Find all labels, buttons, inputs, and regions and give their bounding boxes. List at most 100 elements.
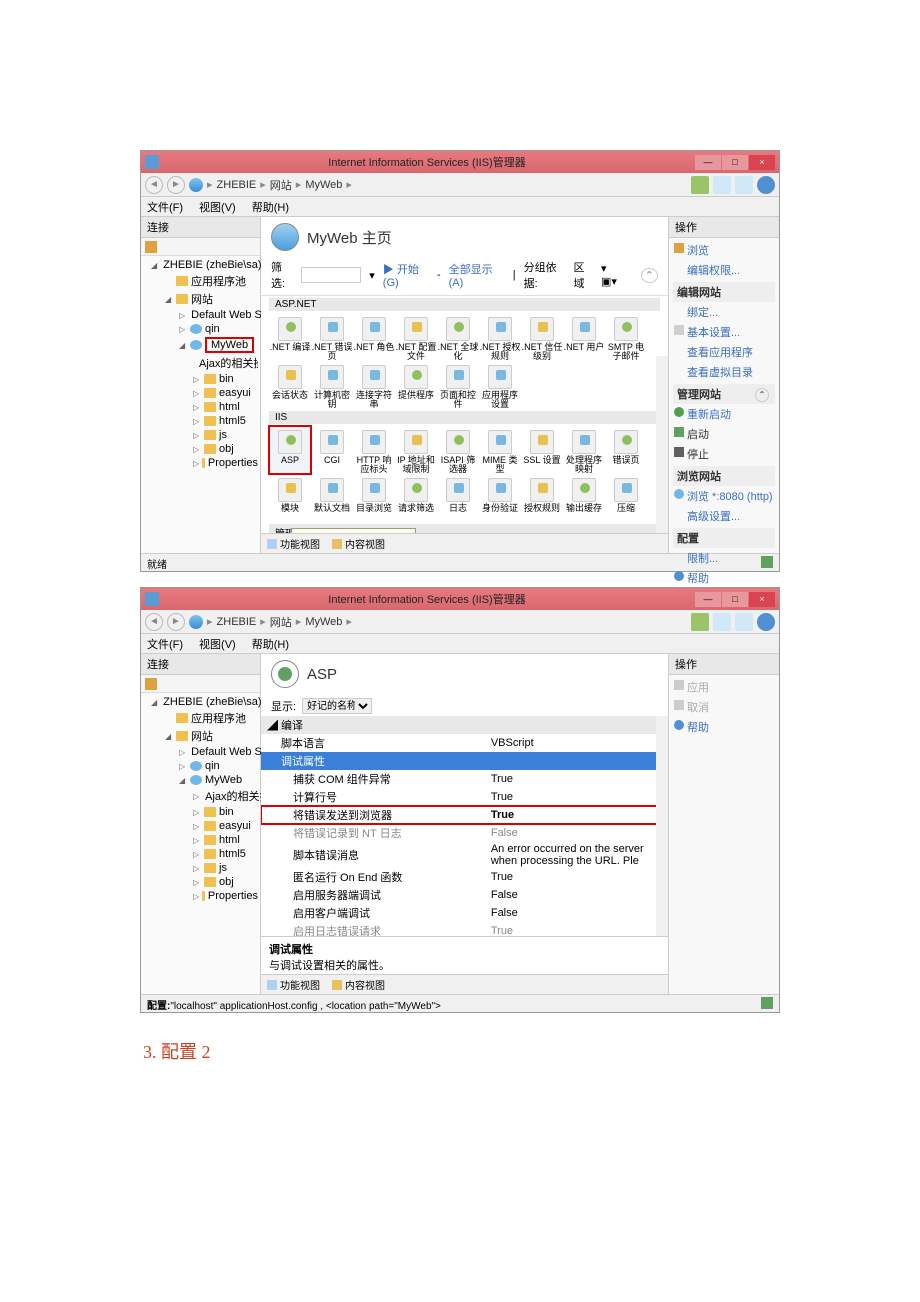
feature-icon[interactable]: SMTP 电子邮件 <box>605 313 647 361</box>
tree-default-site[interactable]: ▷Default Web Site <box>143 308 258 322</box>
tab-features[interactable]: 功能视图 <box>267 977 320 992</box>
toolbar-icon[interactable] <box>145 241 157 253</box>
feature-icon[interactable]: 压缩 <box>605 474 647 522</box>
minimize-button[interactable]: — <box>695 155 721 170</box>
feature-icon[interactable]: 计算机密钥 <box>311 361 353 409</box>
breadcrumb[interactable]: ▸ ZHEBIE▸ 网站▸ MyWeb▸ <box>207 177 352 193</box>
tree-myweb[interactable]: ◢MyWeb <box>143 336 258 354</box>
feature-icon[interactable]: 应用程序设置 <box>479 361 521 409</box>
collapse-icon[interactable]: ⌃ <box>755 388 769 402</box>
tree-bin[interactable]: ▷bin <box>143 805 258 819</box>
feature-icon[interactable]: 页面和控件 <box>437 361 479 409</box>
action-edit-permissions[interactable]: 编辑权限... <box>673 260 775 280</box>
property-row[interactable]: 启用日志错误请求True <box>261 922 668 936</box>
feature-icon[interactable]: 默认文档 <box>311 474 353 522</box>
tree-easyui[interactable]: ▷easyui <box>143 819 258 833</box>
filter-go[interactable]: ▶ 开始(G) <box>383 261 429 289</box>
feature-icon[interactable]: .NET 角色 <box>353 313 395 361</box>
nav-icon-3[interactable] <box>735 176 753 194</box>
minimize-button[interactable]: — <box>695 592 721 607</box>
feature-icon[interactable]: .NET 配置文件 <box>395 313 437 361</box>
nav-icon-3[interactable] <box>735 613 753 631</box>
connections-tree[interactable]: ◢ZHEBIE (zheBie\sa) 应用程序池 ◢网站 ▷Default W… <box>141 693 260 905</box>
feature-icon[interactable]: 输出缓存 <box>563 474 605 522</box>
feature-icon[interactable]: .NET 授权规则 <box>479 313 521 361</box>
feature-icon[interactable]: .NET 编译 <box>269 313 311 361</box>
scrollbar[interactable] <box>656 716 668 936</box>
feature-icon[interactable]: IP 地址和域限制 <box>395 426 437 474</box>
back-button[interactable]: ◄ <box>145 613 163 631</box>
feature-icon[interactable]: SSL 设置 <box>521 426 563 474</box>
action-view-vdirs[interactable]: 查看虚拟目录 <box>673 362 775 382</box>
toolbar-icon[interactable] <box>145 678 157 690</box>
nav-icon-2[interactable] <box>713 176 731 194</box>
breadcrumb-myweb[interactable]: MyWeb <box>305 179 342 191</box>
property-row[interactable]: 调试属性 <box>261 752 668 770</box>
feature-icon[interactable]: ISAPI 筛选器 <box>437 426 479 474</box>
tab-content[interactable]: 内容视图 <box>332 536 385 551</box>
filter-showall[interactable]: 全部显示(A) <box>449 261 501 289</box>
tree-html[interactable]: ▷html <box>143 400 258 414</box>
action-stop[interactable]: 停止 <box>673 444 775 464</box>
action-bindings[interactable]: 绑定... <box>673 302 775 322</box>
feature-icon[interactable]: .NET 用户 <box>563 313 605 361</box>
tree-myweb[interactable]: ◢MyWeb <box>143 773 258 787</box>
feature-icon[interactable]: 会话状态 <box>269 361 311 409</box>
property-row[interactable]: 将错误记录到 NT 日志False <box>261 824 668 842</box>
breadcrumb-sites[interactable]: 网站 <box>270 177 292 193</box>
property-row[interactable]: 匿名运行 On End 函数True <box>261 868 668 886</box>
property-row[interactable]: 脚本错误消息An error occurred on the server wh… <box>261 842 668 868</box>
menu-help[interactable]: 帮助(H) <box>252 199 289 215</box>
tree-server[interactable]: ◢ZHEBIE (zheBie\sa) <box>143 695 258 709</box>
tree-properties[interactable]: ▷Properties <box>143 889 258 903</box>
action-browse-http[interactable]: 浏览 *:8080 (http) <box>673 486 775 506</box>
tree-obj[interactable]: ▷obj <box>143 442 258 456</box>
tree-js[interactable]: ▷js <box>143 861 258 875</box>
breadcrumb-server[interactable]: ZHEBIE <box>217 616 257 628</box>
property-row[interactable]: 启用服务器端调试False <box>261 886 668 904</box>
feature-icon[interactable]: .NET 全球化 <box>437 313 479 361</box>
maximize-button[interactable]: □ <box>722 155 748 170</box>
group-value[interactable]: 区域 <box>573 259 593 291</box>
feature-icon[interactable]: .NET 错误页 <box>311 313 353 361</box>
property-grid[interactable]: ◢ 编译脚本语言VBScript调试属性捕获 COM 组件异常True计算行号T… <box>261 716 668 936</box>
breadcrumb-myweb[interactable]: MyWeb <box>305 616 342 628</box>
feature-icon[interactable]: .NET 信任级别 <box>521 313 563 361</box>
collapse-icon[interactable]: ⌃ <box>641 268 658 283</box>
connections-tree[interactable]: ◢ZHEBIE (zheBie\sa) 应用程序池 ◢网站 ▷Default W… <box>141 256 260 472</box>
tree-app-pools[interactable]: 应用程序池 <box>143 709 258 727</box>
back-button[interactable]: ◄ <box>145 176 163 194</box>
display-select[interactable]: 好记的名称 <box>302 698 372 714</box>
tree-qin[interactable]: ▷qin <box>143 759 258 773</box>
action-basic-settings[interactable]: 基本设置... <box>673 322 775 342</box>
help-icon[interactable] <box>757 176 775 194</box>
menu-help[interactable]: 帮助(H) <box>252 636 289 652</box>
property-row[interactable]: 脚本语言VBScript <box>261 734 668 752</box>
menu-view[interactable]: 视图(V) <box>199 199 236 215</box>
feature-icon[interactable]: 授权规则 <box>521 474 563 522</box>
action-restart[interactable]: 重新启动 <box>673 404 775 424</box>
maximize-button[interactable]: □ <box>722 592 748 607</box>
feature-icon[interactable]: ASP <box>269 426 311 474</box>
feature-icon[interactable]: 目录浏览 <box>353 474 395 522</box>
action-start[interactable]: 启动 <box>673 424 775 444</box>
forward-button[interactable]: ► <box>167 176 185 194</box>
close-button[interactable]: × <box>749 592 775 607</box>
action-limits[interactable]: 限制... <box>673 548 775 568</box>
property-row[interactable]: 计算行号True <box>261 788 668 806</box>
feature-icon[interactable]: CGI <box>311 426 353 474</box>
tree-easyui[interactable]: ▷easyui <box>143 386 258 400</box>
tree-html5[interactable]: ▷html5 <box>143 847 258 861</box>
breadcrumb-sites[interactable]: 网站 <box>270 614 292 630</box>
feature-icon[interactable]: 日志 <box>437 474 479 522</box>
tree-ajax[interactable]: Ajax的相关操作 <box>143 354 258 372</box>
tree-qin[interactable]: ▷qin <box>143 322 258 336</box>
tree-sites[interactable]: ◢网站 <box>143 727 258 745</box>
help-icon[interactable] <box>757 613 775 631</box>
tree-js[interactable]: ▷js <box>143 428 258 442</box>
feature-icon[interactable]: 连接字符串 <box>353 361 395 409</box>
tree-html5[interactable]: ▷html5 <box>143 414 258 428</box>
forward-button[interactable]: ► <box>167 613 185 631</box>
home-icon[interactable] <box>189 615 203 629</box>
feature-icon[interactable]: 错误页 <box>605 426 647 474</box>
